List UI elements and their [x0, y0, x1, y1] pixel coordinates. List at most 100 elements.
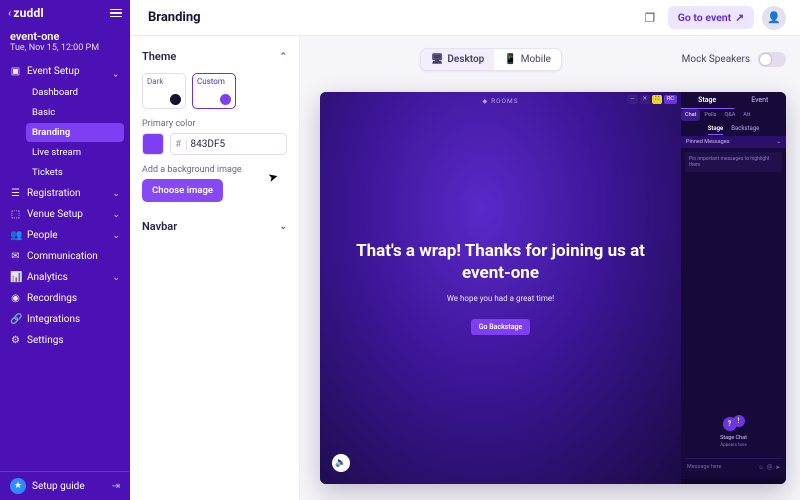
copy-icon[interactable]: ❐	[638, 6, 662, 30]
theme-option-dark[interactable]: Dark	[142, 73, 186, 109]
sidebar-sub-branding[interactable]: Branding	[26, 123, 124, 142]
go-to-event-label: Go to event	[678, 11, 731, 24]
send-icon: ➤	[775, 465, 780, 471]
menu-icon[interactable]	[110, 9, 122, 18]
event-date: Tue, Nov 15, 12:00 PM	[10, 43, 120, 53]
event-block[interactable]: event-one Tue, Nov 15, 12:00 PM	[0, 26, 130, 61]
stage-chat-empty: ?! Stage Chat Appears here	[681, 409, 786, 454]
theme-option-custom[interactable]: Custom	[192, 73, 236, 109]
event-name: event-one	[10, 30, 120, 43]
link-icon: 🔗	[10, 314, 21, 325]
message-input[interactable]: Message here ☺＠➤	[685, 458, 782, 475]
mail-icon: ✉	[10, 251, 21, 262]
bg-image-label: Add a background image	[142, 165, 287, 175]
go-backstage-button[interactable]: Go Backstage	[471, 319, 530, 335]
sidebar-nav: ▣ Event Setup ⌃ Dashboard Basic Branding…	[0, 61, 130, 471]
primary-color-input[interactable]	[187, 139, 286, 150]
sidebar-item-integrations[interactable]: 🔗 Integrations	[0, 309, 130, 330]
mic-icon[interactable]: 🔉	[332, 454, 350, 472]
sidebar-sub-dashboard[interactable]: Dashboard	[26, 83, 124, 102]
sidebar-item-settings[interactable]: ⚙ Settings	[0, 330, 130, 351]
section-navbar[interactable]: Navbar ⌄	[142, 216, 287, 237]
subtab-qna[interactable]: Q&A	[721, 109, 740, 121]
side-tab-stage[interactable]: Stage	[681, 92, 734, 109]
chat-bubbles-icon: ?!	[723, 415, 745, 433]
avatar[interactable]: 👤	[762, 6, 786, 30]
branding-panel: Theme ⌃ Dark Custom Primary color	[130, 36, 300, 500]
chat-scope-backstage[interactable]: Backstage	[731, 125, 759, 132]
custom-swatch-icon	[220, 94, 231, 105]
sidebar-sub-basic[interactable]: Basic	[26, 103, 124, 122]
mobile-icon: 📱	[504, 54, 516, 65]
grid-icon: ▣	[10, 66, 21, 77]
mock-speakers-toggle[interactable]	[758, 52, 786, 67]
pinned-hint: Pin important messages to highlight them	[685, 152, 782, 172]
subtab-polls[interactable]: Polls	[700, 109, 720, 121]
theme-custom-label: Custom	[197, 77, 231, 86]
primary-color-swatch[interactable]	[142, 133, 164, 155]
section-theme[interactable]: Theme ⌃	[142, 46, 287, 67]
chevron-down-icon: ⌄	[112, 189, 120, 199]
sidebar-item-communication[interactable]: ✉ Communication	[0, 246, 130, 267]
choose-image-button[interactable]: Choose image	[142, 179, 223, 202]
primary-color-label: Primary color	[142, 119, 287, 129]
hero-title: That's a wrap! Thanks for joining us at …	[351, 241, 651, 284]
sidebar: ‹ zuddl event-one Tue, Nov 15, 12:00 PM …	[0, 0, 130, 500]
desktop-icon: 🖥	[431, 54, 444, 65]
collapse-icon: ⇥	[112, 481, 120, 492]
message-placeholder: Message here	[687, 464, 721, 470]
chevron-up-icon: ⌃	[279, 52, 287, 62]
sidebar-item-event-setup[interactable]: ▣ Event Setup ⌃	[0, 61, 130, 82]
device-desktop[interactable]: 🖥 Desktop	[421, 49, 495, 70]
primary-color-input-wrap: #	[170, 133, 287, 155]
dark-swatch-icon	[170, 94, 181, 105]
device-switch: 🖥 Desktop 📱 Mobile	[420, 48, 562, 71]
gear-icon: ⚙	[10, 335, 21, 346]
page-title: Branding	[148, 10, 201, 25]
sidebar-item-analytics[interactable]: 📊 Analytics ⌄	[0, 267, 130, 288]
pinned-messages-header[interactable]: Pinned Messages⌄	[681, 136, 786, 148]
chevron-down-icon: ⌄	[112, 273, 120, 283]
sidebar-sub-live-stream[interactable]: Live stream	[26, 143, 124, 162]
theme-dark-label: Dark	[147, 77, 181, 86]
star-icon: ★	[10, 478, 26, 494]
subtab-chat[interactable]: Chat	[681, 109, 700, 121]
stage-main: ◆ROOMS — ✕ ⛶ RC That's a wrap! Thanks fo…	[320, 92, 681, 484]
brand-name: zuddl	[13, 6, 44, 20]
stage-top-pills: — ✕ ⛶ RC	[627, 95, 677, 104]
people-icon: 👥	[10, 230, 21, 241]
sidebar-item-recordings[interactable]: ◉ Recordings	[0, 288, 130, 309]
sidebar-sub-tickets[interactable]: Tickets	[26, 163, 124, 182]
chevron-left-icon: ‹	[8, 8, 11, 19]
layout-icon: ⬚	[10, 209, 21, 220]
side-tab-event[interactable]: Event	[734, 92, 787, 109]
external-link-icon: ↗	[735, 11, 744, 24]
chevron-up-icon: ⌃	[112, 67, 120, 77]
pill-2[interactable]: ✕	[640, 95, 651, 104]
go-to-event-button[interactable]: Go to event ↗	[668, 6, 754, 29]
topbar: Branding ❐ Go to event ↗ 👤	[130, 0, 800, 36]
mock-speakers-label: Mock Speakers	[682, 54, 750, 65]
device-desktop-label: Desktop	[447, 54, 484, 65]
list-icon: ☰	[10, 188, 21, 199]
record-icon: ◉	[10, 293, 21, 304]
pill-avatar[interactable]: RC	[664, 95, 677, 104]
attach-icon: ＠	[767, 465, 773, 471]
subtab-att[interactable]: Att	[739, 109, 754, 121]
sidebar-item-registration[interactable]: ☰ Registration ⌄	[0, 183, 130, 204]
device-mobile[interactable]: 📱 Mobile	[494, 49, 561, 70]
section-theme-label: Theme	[142, 50, 176, 63]
stage-preview: ◆ROOMS — ✕ ⛶ RC That's a wrap! Thanks fo…	[320, 92, 786, 484]
sidebar-item-people[interactable]: 👥 People ⌄	[0, 225, 130, 246]
setup-guide-button[interactable]: ★ Setup guide ⇥	[0, 471, 130, 500]
pill-3[interactable]: ⛶	[652, 95, 662, 104]
preview-area: 🖥 Desktop 📱 Mobile Mock Speakers	[300, 36, 800, 500]
chevron-down-icon: ⌄	[112, 231, 120, 241]
sidebar-item-venue-setup[interactable]: ⬚ Venue Setup ⌄	[0, 204, 130, 225]
chat-scope-stage[interactable]: Stage	[708, 125, 724, 132]
hero-subtitle: We hope you had a great time!	[447, 294, 554, 303]
emoji-icon: ☺	[758, 465, 764, 471]
pill-1[interactable]: —	[627, 95, 637, 104]
chevron-down-icon: ⌄	[776, 139, 781, 145]
brand-logo[interactable]: ‹ zuddl	[8, 6, 44, 20]
